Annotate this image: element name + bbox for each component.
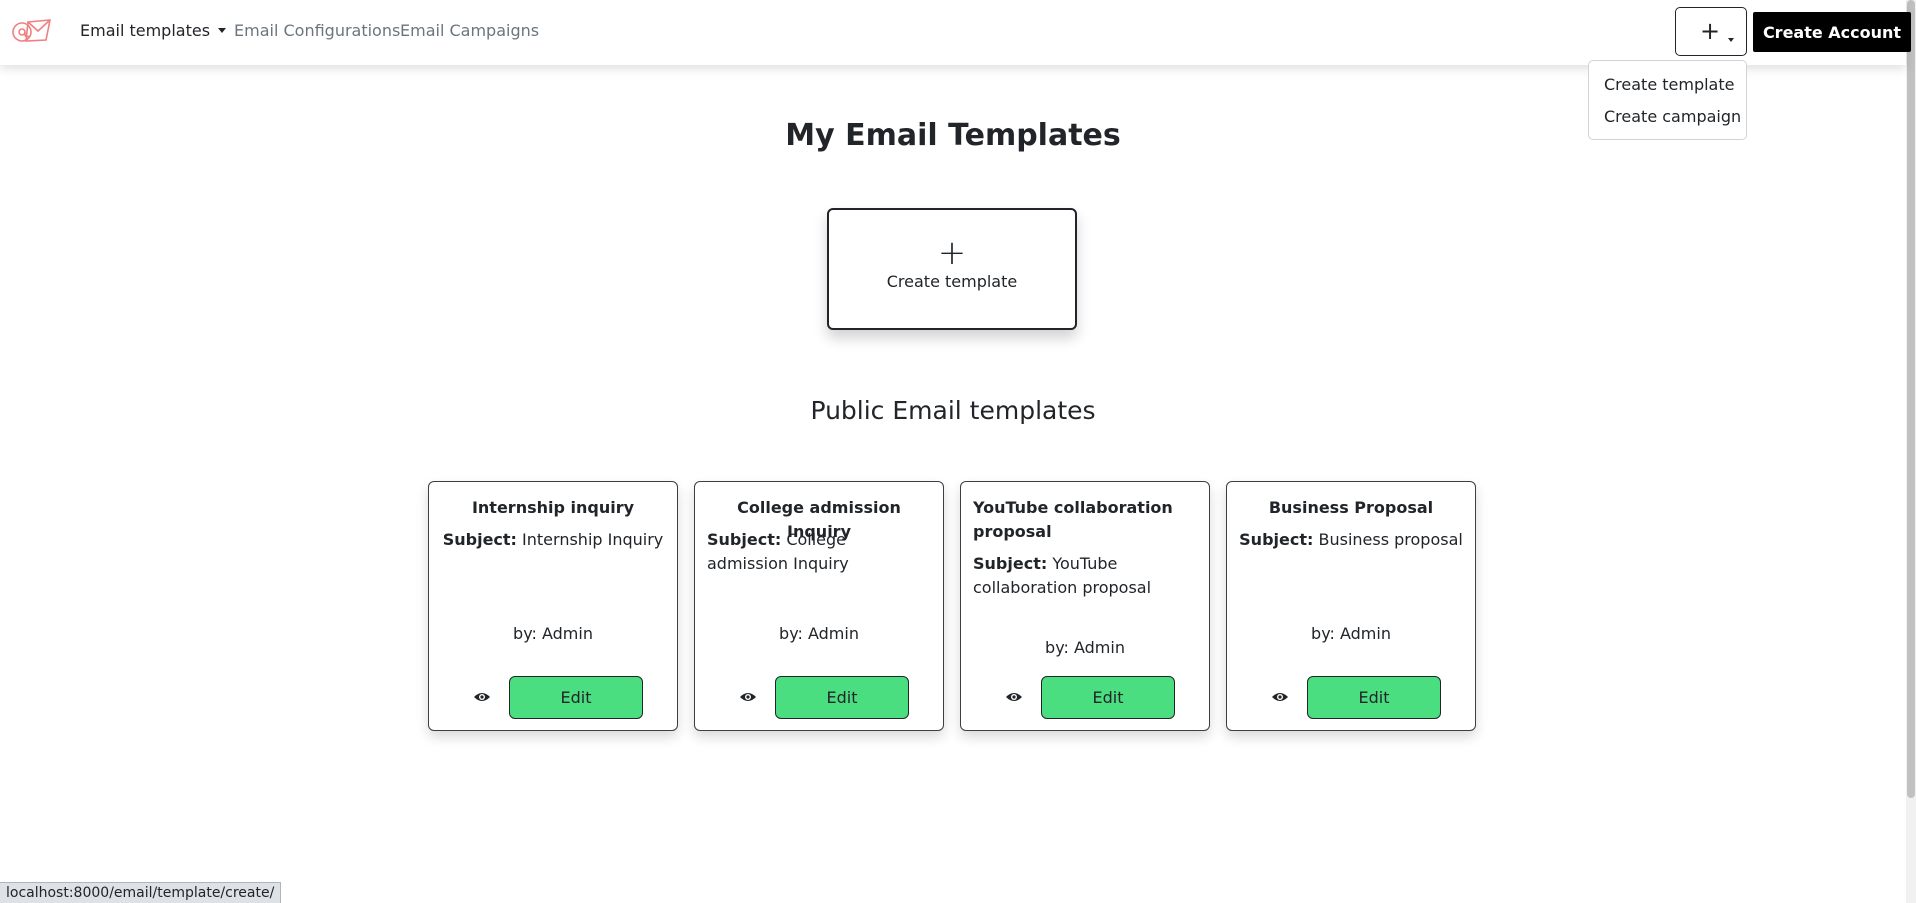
template-card: Internship inquiry Subject: Internship I…: [428, 481, 678, 731]
create-template-label: Create template: [886, 272, 1018, 291]
create-dropdown-button[interactable]: +: [1675, 7, 1747, 56]
template-title: Internship inquiry: [471, 498, 635, 517]
nav-email-templates-dropdown[interactable]: Email templates: [80, 21, 227, 40]
eye-icon[interactable]: [473, 690, 491, 704]
eye-icon[interactable]: [1271, 690, 1289, 704]
create-dropdown-menu: Create template Create campaign: [1588, 60, 1747, 140]
nav-email-configurations[interactable]: Email Configurations: [234, 21, 400, 40]
eye-icon[interactable]: [739, 690, 757, 704]
eye-icon[interactable]: [1005, 690, 1023, 704]
subject-value: Business proposal: [1318, 530, 1463, 549]
subject-label: Subject:: [973, 554, 1048, 573]
top-navbar: Email templates Email Configurations Ema…: [0, 0, 1911, 65]
template-card: YouTube collaboration proposal Subject: …: [960, 481, 1210, 731]
edit-button[interactable]: Edit: [509, 676, 643, 719]
create-account-button[interactable]: Create Account: [1753, 12, 1911, 52]
subject-label: Subject:: [707, 530, 782, 549]
edit-button[interactable]: Edit: [1307, 676, 1441, 719]
template-subject: Subject: Internship Inquiry: [441, 528, 665, 552]
edit-button[interactable]: Edit: [1041, 676, 1175, 719]
template-subject: Subject: YouTube collaboration proposal: [973, 552, 1197, 600]
scrollbar-thumb[interactable]: [1907, 0, 1915, 798]
subject-label: Subject:: [442, 530, 517, 549]
subject-label: Subject:: [1239, 530, 1314, 549]
template-author: by: Admin: [779, 624, 859, 643]
template-author: by: Admin: [513, 624, 593, 643]
nav-email-templates-label: Email templates: [80, 21, 211, 40]
caret-down-icon: [1728, 38, 1734, 42]
browser-status-bar: localhost:8000/email/template/create/: [0, 882, 282, 903]
email-logo-icon[interactable]: [10, 16, 52, 46]
plus-icon: +: [1700, 17, 1721, 45]
template-subject: Subject: College admission Inquiry: [707, 528, 931, 576]
subject-value: Internship Inquiry: [522, 530, 664, 549]
menu-item-create-campaign[interactable]: Create campaign: [1604, 107, 1741, 126]
nav-email-campaigns[interactable]: Email Campaigns: [400, 21, 539, 40]
caret-down-icon: [218, 28, 227, 33]
template-card: Business Proposal Subject: Business prop…: [1226, 481, 1476, 731]
template-author: by: Admin: [1045, 638, 1125, 657]
scrollbar[interactable]: [1906, 0, 1916, 903]
template-card: College admission Inquiry Subject: Colle…: [694, 481, 944, 731]
public-templates-heading: Public Email templates: [810, 396, 1096, 425]
edit-button[interactable]: Edit: [775, 676, 909, 719]
template-title: YouTube collaboration proposal: [973, 498, 1173, 541]
menu-item-create-template[interactable]: Create template: [1604, 75, 1734, 94]
template-author: by: Admin: [1311, 624, 1391, 643]
template-title: Business Proposal: [1268, 498, 1434, 517]
create-template-card[interactable]: + Create template: [827, 208, 1077, 330]
template-subject: Subject: Business proposal: [1239, 528, 1463, 552]
plus-icon: +: [937, 233, 967, 273]
